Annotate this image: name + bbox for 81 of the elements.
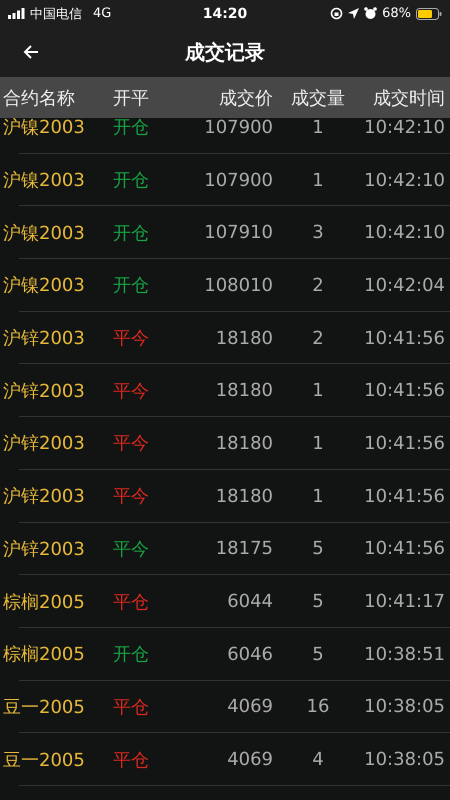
trade-time: 10:42:10 [363, 222, 445, 244]
battery-icon [416, 8, 442, 20]
trade-volume: 16 [306, 696, 330, 718]
trade-volume: 5 [311, 644, 325, 665]
contract-name: 沪镍2003 [3, 116, 86, 140]
contract-name: 豆一2005 [3, 696, 86, 719]
contract-name: 沪镍2003 [3, 274, 86, 298]
trade-time: 10:41:56 [363, 328, 445, 349]
trade-time: 10:42:10 [363, 116, 445, 138]
trade-action: 平今 [113, 380, 150, 403]
contract-name: 沪锌2003 [3, 538, 86, 561]
trade-volume: 2 [311, 274, 325, 296]
column-header: 合约名称 [3, 86, 76, 110]
trade-time: 10:38:51 [363, 644, 445, 665]
trade-time: 10:42:10 [363, 170, 445, 191]
trade-volume: 1 [311, 170, 325, 191]
trade-time: 10:38:05 [363, 749, 445, 770]
trade-action: 平仓 [113, 590, 150, 614]
column-header: 成交价 [218, 86, 273, 110]
clock-time: 14:20 [202, 6, 248, 22]
trade-price: 18180 [214, 432, 273, 454]
trade-price: 107900 [203, 170, 273, 191]
contract-name: 沪锌2003 [3, 380, 86, 403]
contract-name: 沪锌2003 [3, 327, 86, 350]
battery-percent: 68% [382, 6, 412, 21]
trade-time: 10:38:05 [363, 696, 445, 718]
back-arrow-icon [23, 45, 39, 59]
trade-action: 开仓 [113, 116, 150, 140]
contract-name: 沪镍2003 [3, 169, 86, 192]
trade-volume: 1 [311, 486, 325, 507]
contract-name: 沪锌2003 [3, 485, 86, 508]
trade-action: 平今 [113, 485, 150, 508]
network-type: 4G [93, 6, 112, 21]
trade-time: 10:42:04 [363, 274, 445, 296]
trade-action: 平今 [113, 327, 150, 350]
trade-price: 6046 [226, 644, 273, 665]
column-header: 成交量 [290, 86, 346, 110]
trade-time: 10:41:56 [363, 432, 445, 454]
trade-action: 开仓 [113, 222, 150, 245]
rotation-lock-icon [330, 7, 344, 20]
column-header: 开平 [113, 86, 150, 110]
carrier-name: 中国电信 [30, 6, 82, 22]
trade-action: 平仓 [113, 748, 150, 772]
signal-icon [8, 8, 25, 19]
trade-price: 6044 [226, 591, 273, 612]
trade-price: 18180 [214, 328, 273, 349]
trade-time: 10:41:56 [363, 380, 445, 402]
trade-price: 108010 [203, 274, 273, 296]
contract-name: 沪镍2003 [3, 222, 86, 245]
trade-action: 开仓 [113, 643, 150, 666]
location-icon [348, 8, 360, 19]
trade-volume: 2 [311, 328, 325, 349]
trade-action: 平今 [113, 432, 150, 456]
trade-volume: 1 [311, 380, 325, 402]
trade-volume: 1 [311, 432, 325, 454]
trade-action: 平今 [113, 538, 150, 561]
trade-price: 4069 [226, 696, 273, 718]
trade-action: 开仓 [113, 274, 150, 298]
trade-time: 10:41:56 [363, 486, 445, 507]
trade-price: 107910 [203, 222, 273, 244]
trade-time: 10:41:56 [363, 538, 445, 560]
contract-name: 棕榈2005 [3, 643, 86, 666]
trade-price: 107900 [203, 116, 273, 138]
page-title: 成交记录 [185, 38, 265, 66]
trade-volume: 5 [311, 538, 325, 560]
trade-price: 18180 [214, 486, 273, 507]
trade-volume: 4 [311, 749, 325, 770]
trade-price: 18180 [214, 380, 273, 402]
trade-time: 10:41:17 [363, 591, 445, 612]
contract-name: 棕榈2005 [3, 590, 86, 614]
trade-action: 开仓 [113, 169, 150, 192]
trade-price: 4069 [226, 749, 273, 770]
contract-name: 豆一2005 [3, 748, 86, 772]
alarm-icon [364, 7, 378, 20]
trade-volume: 3 [311, 222, 325, 244]
trade-volume: 1 [311, 116, 325, 138]
trade-volume: 5 [311, 591, 325, 612]
contract-name: 沪锌2003 [3, 432, 86, 456]
trade-action: 平仓 [113, 696, 150, 719]
column-header: 成交时间 [372, 86, 445, 110]
trade-price: 18175 [214, 538, 273, 560]
